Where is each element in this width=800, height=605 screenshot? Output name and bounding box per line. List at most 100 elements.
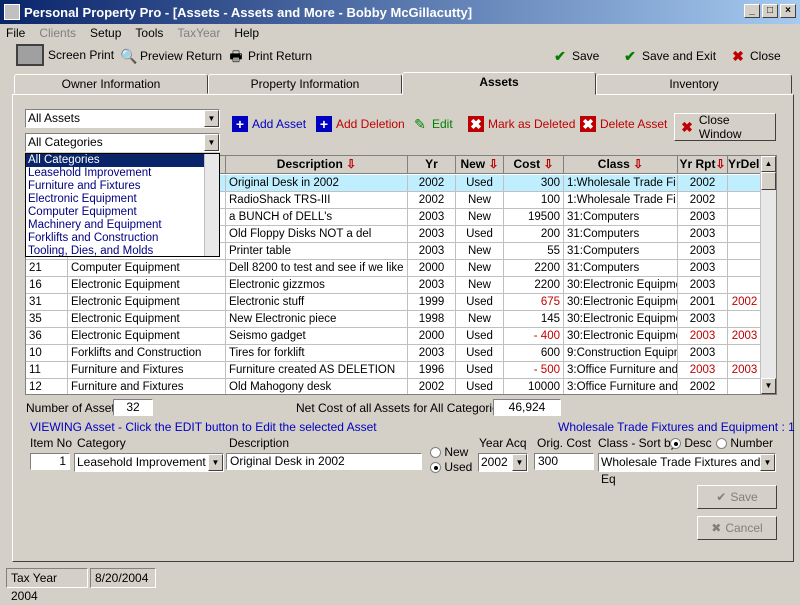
list-item[interactable]: Machinery and Equipment [26,219,219,232]
description-field[interactable]: Original Desk in 2002 [226,453,422,470]
list-item[interactable]: Electronic Equipment [26,193,219,206]
table-row[interactable]: 35 Electronic Equipment New Electronic pie… [26,311,762,328]
table-row[interactable]: 16 Electronic Equipment Electronic gizzmos… [26,277,762,294]
window-title: Personal Property Pro - [Assets - Assets… [24,4,473,20]
scroll-thumb[interactable] [761,172,776,190]
item-no-label: Item No [30,436,73,450]
table-cell-yr: 2003 [408,277,456,294]
table-cell-del [728,226,762,243]
category-dropdown-list[interactable]: All Categories Leasehold Improvement Fur… [25,153,220,257]
table-row[interactable]: 12 Furniture and Fixtures Old Mahogony des… [26,379,762,394]
table-cell-yr: 1999 [408,294,456,311]
tab-property-information[interactable]: Property Information [208,74,402,94]
dropdown-scrollbar[interactable] [204,154,219,256]
toolbar: Screen Print 🔍 Preview Return 🖶 Print Re… [0,42,800,70]
close-window-button[interactable]: ✖ Close Window [674,113,776,141]
list-item[interactable]: Forklifts and Construction [26,232,219,245]
table-cell-desc: Old Mahogony desk [226,379,408,394]
year-acq-select[interactable]: 2002 ▼ [478,453,528,472]
delete-asset-button[interactable]: ✖ Delete Asset [580,116,667,132]
monitor-icon [16,44,44,66]
category-filter-select[interactable]: All Categories ▼ [25,133,220,152]
list-item[interactable]: Computer Equipment [26,206,219,219]
used-radio[interactable]: Used [430,460,472,474]
table-cell-rpt: 2003 [678,226,728,243]
menu-help[interactable]: Help [234,26,259,40]
column-header-cost[interactable]: Cost ⇩ [504,156,564,174]
chevron-down-icon: ▼ [204,134,219,151]
x-icon: ✖ [580,116,596,132]
scroll-down-icon[interactable]: ▼ [761,378,776,394]
tab-inventory[interactable]: Inventory [596,74,792,94]
table-cell-no: 35 [26,311,68,328]
table-cell-new: New [456,277,504,294]
sort-desc-radio[interactable]: Desc [670,436,712,450]
column-header-description[interactable]: Description ⇩ [226,156,408,174]
table-row[interactable]: 11 Furniture and Fixtures Furniture create… [26,362,762,379]
table-cell-cat: Electronic Equipment [68,328,226,345]
orig-cost-field[interactable]: 300 [534,453,594,470]
table-row[interactable]: 36 Electronic Equipment Seismo gadget 2000 U… [26,328,762,345]
column-header-yr-rpt[interactable]: Yr Rpt⇩ [678,156,728,174]
maximize-button[interactable]: □ [762,4,778,18]
table-cell-cls: 31:Computers [564,226,678,243]
table-row[interactable]: 31 Electronic Equipment Electronic stuff 19… [26,294,762,311]
sort-number-radio[interactable]: Number [716,436,773,450]
close-button[interactable]: ✖ Close [730,48,781,64]
table-cell-rpt: 2003 [678,277,728,294]
edit-button[interactable]: ✎ Edit [412,116,453,132]
class-select[interactable]: Wholesale Trade Fixtures and Eq ▼ [598,453,776,486]
new-radio[interactable]: New [430,445,468,459]
column-header-new[interactable]: New ⇩ [456,156,504,174]
menu-taxyear[interactable]: TaxYear [177,26,220,40]
table-cell-desc: New Electronic piece [226,311,408,328]
menu-tools[interactable]: Tools [135,26,163,40]
menu-setup[interactable]: Setup [90,26,121,40]
category-select[interactable]: Leasehold Improvement ▼ [74,453,224,472]
item-no-field[interactable]: 1 [30,453,70,470]
list-item[interactable]: Tooling, Dies, and Molds [26,245,219,258]
table-cell-no: 12 [26,379,68,394]
menu-file[interactable]: File [6,26,25,40]
close-window-button[interactable]: × [780,4,796,18]
table-cell-desc: Electronic gizzmos [226,277,408,294]
save-button[interactable]: ✔ Save [552,48,599,64]
radio-used[interactable] [430,462,441,474]
screen-print-button[interactable]: Screen Print [16,44,114,66]
scroll-up-icon[interactable]: ▲ [761,156,776,172]
column-header-class[interactable]: Class ⇩ [564,156,678,174]
x-icon: ✖ [711,521,722,535]
title-bar: Personal Property Pro - [Assets - Assets… [0,0,800,24]
x-icon: ✖ [732,48,744,64]
chevron-down-icon: ▼ [760,454,775,471]
menu-clients[interactable]: Clients [39,26,76,40]
tab-owner-information[interactable]: Owner Information [14,74,208,94]
category-label: Category [77,436,126,450]
list-item[interactable]: All Categories [26,154,219,167]
preview-return-button[interactable]: 🔍 Preview Return [120,48,222,64]
print-return-button[interactable]: 🖶 Print Return [228,48,312,64]
save-exit-button[interactable]: ✔ Save and Exit [622,48,716,64]
add-deletion-button[interactable]: + Add Deletion [316,116,405,132]
mark-deleted-button[interactable]: ✖ Mark as Deleted [468,116,575,132]
table-cell-new: Used [456,226,504,243]
table-cell-cls: 30:Electronic Equipme [564,294,678,311]
tab-assets[interactable]: Assets [402,72,596,95]
table-scrollbar[interactable]: ▲ ▼ [760,156,776,394]
list-item[interactable]: Leasehold Improvement [26,167,219,180]
detail-save-button[interactable]: ✔ Save [697,485,777,509]
column-header-yr-del[interactable]: YrDel⇩ [728,156,769,174]
detail-cancel-button[interactable]: ✖ Cancel [697,516,777,540]
table-row[interactable]: 10 Forklifts and Construction Tires for fo… [26,345,762,362]
list-item[interactable]: Furniture and Fixtures [26,180,219,193]
table-row[interactable]: 21 Computer Equipment Dell 8200 to test an… [26,260,762,277]
table-cell-cls: 3:Office Furniture and [564,379,678,394]
add-asset-button[interactable]: + Add Asset [232,116,306,132]
assets-filter-select[interactable]: All Assets ▼ [25,109,220,128]
table-cell-yr: 2003 [408,243,456,260]
minimize-button[interactable]: _ [744,4,760,18]
radio-new[interactable] [430,447,441,459]
column-header-yr-acq[interactable]: Yr Acq⇩ [408,156,456,188]
table-cell-rpt: 2002 [678,192,728,209]
table-cell-cost: 10000 [504,379,564,394]
